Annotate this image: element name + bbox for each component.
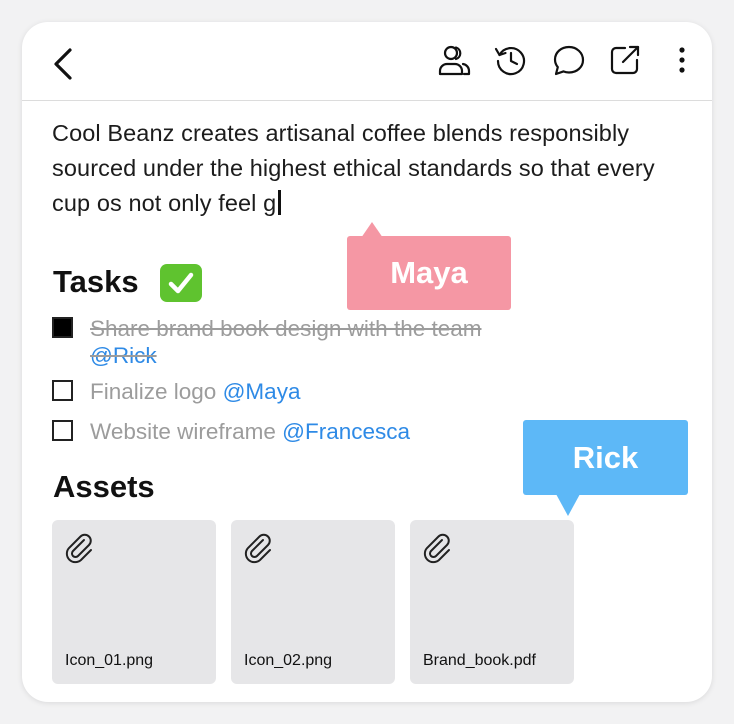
task-item: Share brand book design with the team @R… [52, 315, 512, 369]
task-label: Share brand book design with the team @R… [90, 316, 482, 368]
task-checkbox[interactable] [52, 380, 73, 401]
body-text: Cool Beanz creates artisanal coffee blen… [52, 120, 655, 216]
tasks-heading: Tasks [53, 264, 139, 299]
task-checkbox[interactable] [52, 420, 73, 441]
asset-filename: Icon_02.png [244, 652, 333, 669]
comment-icon[interactable] [552, 43, 586, 77]
asset-tile[interactable]: Brand_book.pdf [410, 520, 574, 684]
maya-cursor-tag: Maya [347, 236, 511, 310]
task-item: Finalize logo @Maya [52, 378, 452, 406]
toolbar [22, 22, 712, 101]
document-card: Cool Beanz creates artisanal coffee blen… [22, 22, 712, 702]
task-item: Website wireframe @Francesca [52, 418, 492, 446]
asset-tile[interactable]: Icon_01.png [52, 520, 216, 684]
task-label: Website wireframe @Francesca [90, 419, 411, 444]
chevron-left-icon[interactable] [50, 46, 78, 82]
rick-tag-pointer [556, 494, 580, 516]
task-checkbox[interactable] [52, 317, 73, 338]
paperclip-icon [244, 533, 271, 564]
asset-filename: Icon_01.png [65, 652, 154, 669]
history-icon[interactable] [494, 43, 528, 77]
text-caret [278, 190, 281, 215]
asset-tile[interactable]: Icon_02.png [231, 520, 395, 684]
document-body-text[interactable]: Cool Beanz creates artisanal coffee blen… [52, 116, 692, 221]
mention-link[interactable]: @Francesca [282, 419, 410, 444]
more-icon[interactable] [665, 43, 699, 77]
collaborators-icon[interactable] [438, 43, 472, 77]
rick-cursor-tag: Rick [523, 420, 688, 495]
task-label: Finalize logo @Maya [90, 379, 301, 404]
mention-link[interactable]: @Maya [223, 379, 301, 404]
share-icon[interactable] [608, 43, 642, 77]
assets-heading: Assets [53, 469, 155, 504]
paperclip-icon [65, 533, 92, 564]
asset-filename: Brand_book.pdf [423, 652, 536, 669]
check-mark-icon [160, 264, 202, 302]
paperclip-icon [423, 533, 450, 564]
mention-link[interactable]: @Rick [90, 343, 157, 368]
